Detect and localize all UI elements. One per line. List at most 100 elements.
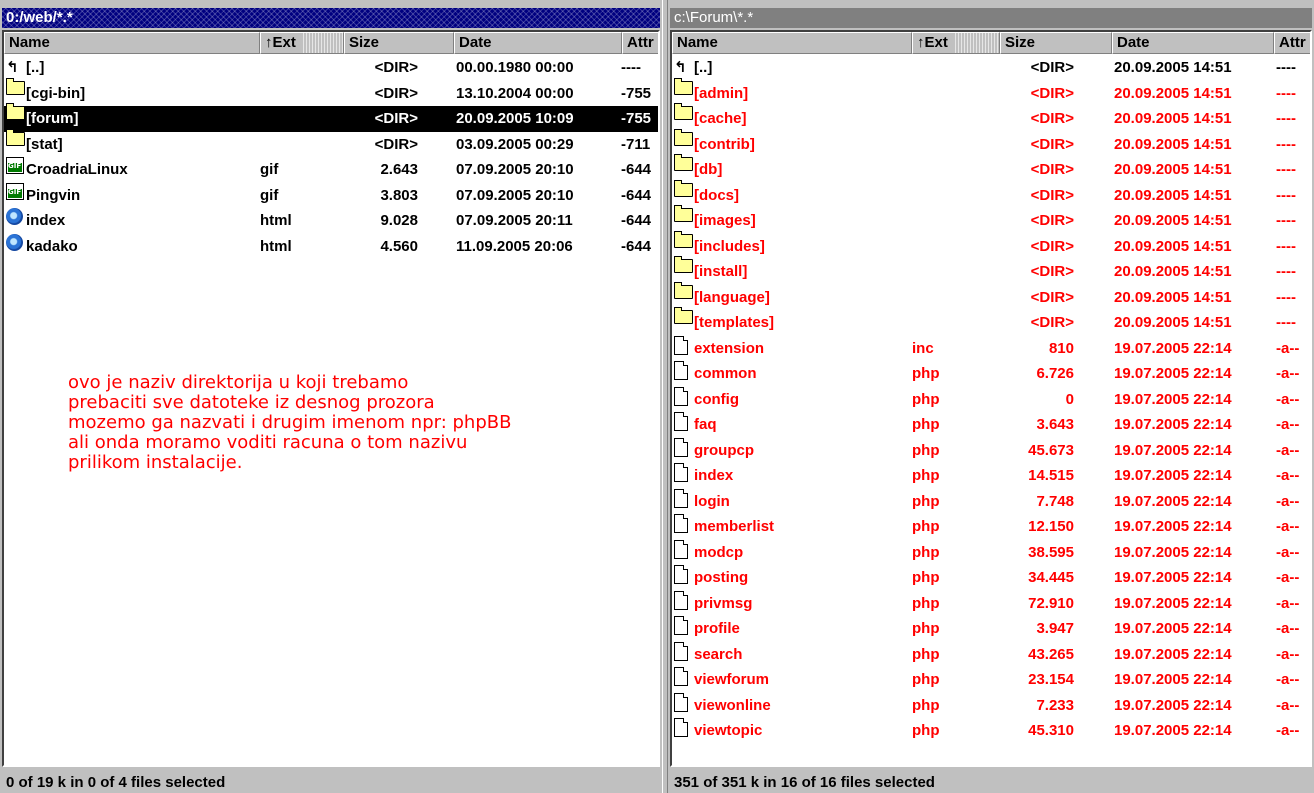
- left-path-bar[interactable]: 0:/web/*.*: [2, 8, 660, 28]
- folder-icon: [674, 307, 693, 324]
- file-row[interactable]: [images] <DIR> 20.09.2005 14:51 ----: [672, 205, 1310, 234]
- file-row[interactable]: [contrib] <DIR> 20.09.2005 14:51 ----: [672, 128, 1310, 158]
- file-row[interactable]: [cache] <DIR> 20.09.2005 14:51 ----: [672, 103, 1310, 132]
- left-col-name[interactable]: Name: [4, 32, 260, 54]
- left-column-header: Name ↑Ext Size Date Attr: [4, 32, 658, 54]
- file-row[interactable]: CroadriaLinux gif 2.643 07.09.2005 20:10 -64…: [4, 157, 658, 183]
- file-icon: [674, 335, 688, 355]
- file-date: 03.09.2005 00:29: [456, 135, 574, 153]
- html-file-icon: [6, 208, 23, 225]
- file-size: <DIR>: [374, 110, 418, 127]
- folder-icon: [674, 77, 693, 95]
- file-row[interactable]: common php 6.726 19.07.2005 22:14 -a--: [672, 361, 1310, 387]
- file-attr: ----: [1276, 186, 1296, 204]
- folder-icon: [674, 103, 693, 120]
- file-row[interactable]: posting php 34.445 19.07.2005 22:14 -a--: [672, 565, 1310, 591]
- left-col-attr[interactable]: Attr: [622, 32, 658, 54]
- file-row[interactable]: index html 9.028 07.09.2005 20:11 -644: [4, 208, 658, 234]
- file-date: 00.00.1980 00:00: [456, 59, 574, 76]
- file-ext: php: [912, 492, 940, 510]
- file-row[interactable]: [install] <DIR> 20.09.2005 14:51 ----: [672, 256, 1310, 285]
- file-row[interactable]: groupcp php 45.673 19.07.2005 22:14 -a--: [672, 437, 1310, 464]
- right-col-attr[interactable]: Attr: [1274, 32, 1310, 54]
- file-row[interactable]: profile php 3.947 19.07.2005 22:14 -a--: [672, 616, 1310, 642]
- file-row[interactable]: kadako html 4.560 11.09.2005 20:06 -644: [4, 233, 658, 260]
- file-attr: -711: [621, 135, 651, 153]
- left-col-date[interactable]: Date: [454, 32, 622, 54]
- file-size: <DIR>: [1030, 212, 1074, 229]
- right-col-ext[interactable]: ↑Ext: [912, 32, 1000, 54]
- file-date: 07.09.2005 20:10: [456, 161, 574, 178]
- file-date: 20.09.2005 14:51: [1114, 84, 1232, 102]
- folder-icon: [6, 77, 25, 95]
- file-name: viewforum: [694, 671, 770, 688]
- file-row[interactable]: [forum] <DIR> 20.09.2005 10:09 -755: [4, 103, 658, 132]
- right-col-date[interactable]: Date: [1112, 32, 1274, 54]
- file-attr: -a--: [1276, 492, 1300, 510]
- right-col-size[interactable]: Size: [1000, 32, 1112, 54]
- file-attr: -a--: [1276, 365, 1300, 382]
- file-size: <DIR>: [1030, 186, 1074, 204]
- file-row[interactable]: login php 7.748 19.07.2005 22:14 -a--: [672, 488, 1310, 515]
- file-size: 23.154: [1028, 671, 1074, 688]
- file-row[interactable]: viewtopic php 45.310 19.07.2005 22:14 -a--: [672, 718, 1310, 744]
- file-size: 3.947: [1036, 620, 1074, 637]
- file-size: 0: [1065, 390, 1074, 408]
- file-row[interactable]: [admin] <DIR> 20.09.2005 14:51 ----: [672, 77, 1310, 107]
- file-name: [templates]: [694, 314, 775, 331]
- up-directory-icon: ↰: [6, 59, 19, 76]
- file-row[interactable]: [includes] <DIR> 20.09.2005 14:51 ----: [672, 230, 1310, 260]
- gif-file-icon: [6, 182, 24, 200]
- file-row[interactable]: viewforum php 23.154 19.07.2005 22:14 -a--: [672, 667, 1310, 693]
- file-row[interactable]: [language] <DIR> 20.09.2005 14:51 ----: [672, 281, 1310, 311]
- left-col-size[interactable]: Size: [344, 32, 454, 54]
- file-ext: php: [912, 645, 940, 663]
- file-date: 19.07.2005 22:14: [1114, 696, 1232, 714]
- file-ext: inc: [912, 339, 934, 357]
- file-row[interactable]: [stat] <DIR> 03.09.2005 00:29 -711: [4, 128, 658, 158]
- file-name: [db]: [694, 161, 723, 178]
- file-name: [contrib]: [694, 135, 755, 153]
- file-attr: ----: [1276, 237, 1296, 255]
- right-col-name[interactable]: Name: [672, 32, 912, 54]
- file-row[interactable]: faq php 3.643 19.07.2005 22:14 -a--: [672, 412, 1310, 438]
- file-attr: -644: [621, 161, 652, 178]
- file-row[interactable]: index php 14.515 19.07.2005 22:14 -a--: [672, 463, 1310, 489]
- file-size: 810: [1048, 339, 1074, 357]
- file-row[interactable]: ↰ [..] <DIR> 00.00.1980 00:00 ----: [4, 55, 658, 81]
- file-row[interactable]: search php 43.265 19.07.2005 22:14 -a--: [672, 641, 1310, 668]
- file-row[interactable]: privmsg php 72.910 19.07.2005 22:14 -a--: [672, 590, 1310, 617]
- file-row[interactable]: viewonline php 7.233 19.07.2005 22:14 -a--: [672, 692, 1310, 719]
- file-row[interactable]: [templates] <DIR> 20.09.2005 14:51 ----: [672, 307, 1310, 336]
- file-row[interactable]: [cgi-bin] <DIR> 13.10.2004 00:00 -755: [4, 77, 658, 107]
- file-name: privmsg: [694, 594, 753, 612]
- file-name: [install]: [694, 263, 748, 280]
- file-row[interactable]: extension inc 810 19.07.2005 22:14 -a--: [672, 335, 1310, 362]
- file-date: 20.09.2005 14:51: [1114, 59, 1232, 76]
- folder-icon: [674, 154, 693, 171]
- file-row[interactable]: modcp php 38.595 19.07.2005 22:14 -a--: [672, 539, 1310, 566]
- right-file-list[interactable]: Name ↑Ext Size Date Attr ↰ [..] <DIR> 20.09…: [670, 30, 1312, 767]
- file-name: faq: [694, 416, 717, 433]
- file-row[interactable]: Pingvin gif 3.803 07.09.2005 20:10 -644: [4, 182, 658, 209]
- file-date: 19.07.2005 22:14: [1114, 390, 1232, 408]
- left-file-panel[interactable]: 0:/web/*.* Name ↑Ext Size Date Attr ↰ [..…: [0, 0, 662, 793]
- annotation-line: prilikom instalacije.: [68, 452, 243, 473]
- file-size: <DIR>: [374, 135, 418, 153]
- file-row[interactable]: ↰ [..] <DIR> 20.09.2005 14:51 ----: [672, 55, 1310, 81]
- file-ext: gif: [260, 186, 279, 204]
- up-directory-icon: ↰: [674, 59, 687, 76]
- file-row[interactable]: [db] <DIR> 20.09.2005 14:51 ----: [672, 154, 1310, 183]
- file-row[interactable]: [docs] <DIR> 20.09.2005 14:51 ----: [672, 179, 1310, 209]
- file-row[interactable]: memberlist php 12.150 19.07.2005 22:14 -a--: [672, 514, 1310, 540]
- right-path-bar[interactable]: c:\Forum\*.*: [670, 8, 1312, 28]
- annotation-note: ovo je naziv direktorija u koji trebamo …: [68, 373, 648, 473]
- right-file-panel[interactable]: c:\Forum\*.* Name ↑Ext Size Date Attr ↰[…: [668, 0, 1314, 793]
- left-col-ext[interactable]: ↑Ext: [260, 32, 344, 54]
- file-name: modcp: [694, 543, 744, 561]
- file-size: 9.028: [380, 212, 418, 229]
- file-ext: php: [912, 696, 940, 714]
- file-row[interactable]: config php 0 19.07.2005 22:14 -a--: [672, 386, 1310, 413]
- file-size: 43.265: [1028, 645, 1074, 663]
- file-icon: [674, 565, 688, 584]
